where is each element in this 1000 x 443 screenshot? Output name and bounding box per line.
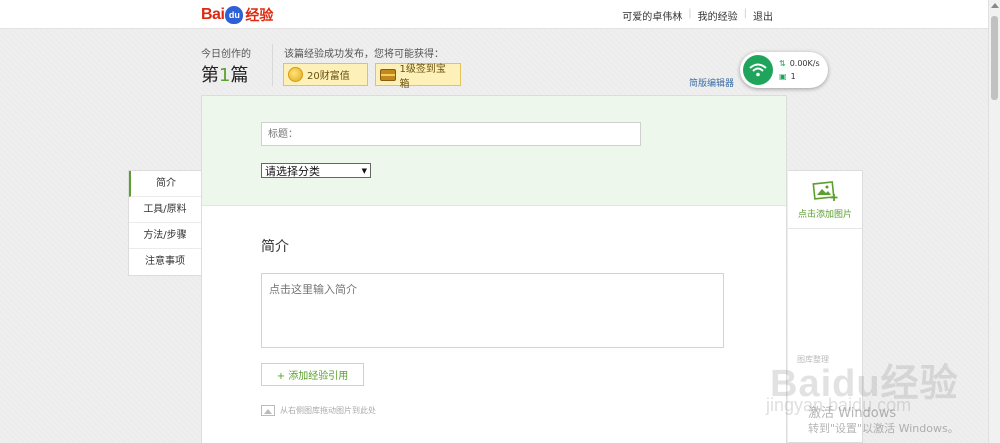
add-image-icon bbox=[812, 180, 838, 201]
windows-activation-hint: 转到"设置"以激活 Windows。 bbox=[808, 422, 959, 435]
count-number: 1 bbox=[219, 65, 231, 86]
wealth-label: 20财富值 bbox=[307, 71, 350, 82]
today-count: 第1篇 bbox=[201, 61, 248, 87]
today-label: 今日创作的 bbox=[201, 49, 251, 60]
add-image-button[interactable]: 点击添加图片 bbox=[788, 171, 862, 229]
scroll-up-icon[interactable] bbox=[991, 3, 999, 8]
top-links: 可爱的卓伟林 | 我的经验 | 退出 bbox=[622, 8, 773, 23]
publish-tip: 该篇经验成功发布，您将可能获得： bbox=[284, 49, 444, 60]
treasure-label: 1级签到宝箱 bbox=[399, 63, 446, 90]
wealth-reward-badge: 20财富值 bbox=[283, 63, 368, 86]
divider bbox=[272, 44, 273, 86]
nav-item-tools[interactable]: 工具/原料 bbox=[129, 197, 201, 223]
treasure-reward-badge: 1级签到宝箱 bbox=[375, 63, 461, 90]
title-input[interactable] bbox=[261, 122, 641, 146]
nav-item-notes[interactable]: 注意事项 bbox=[129, 249, 201, 275]
network-speed-widget[interactable]: ⇅ 0.00K/s ▣ 1 bbox=[740, 52, 828, 88]
windows-activation-title: 激活 Windows bbox=[808, 406, 897, 421]
my-experience-link[interactable]: 我的经验 bbox=[698, 8, 738, 23]
category-value: 请选择分类 bbox=[265, 164, 320, 178]
add-image-label: 点击添加图片 bbox=[797, 209, 852, 220]
drag-hint-text: 从右侧图库拖动图片到此处 bbox=[280, 406, 376, 415]
logo-paw: du bbox=[225, 6, 244, 24]
top-bar: Bai du 经验 可爱的卓伟林 | 我的经验 | 退出 bbox=[0, 0, 988, 29]
network-stats: ⇅ 0.00K/s ▣ 1 bbox=[779, 57, 820, 83]
coin-icon bbox=[288, 67, 303, 82]
user-link[interactable]: 可爱的卓伟林 bbox=[622, 8, 682, 23]
logout-link[interactable]: 退出 bbox=[753, 8, 773, 23]
category-select[interactable]: 请选择分类 ▼ bbox=[261, 163, 371, 178]
logo-jingyan: 经验 bbox=[245, 7, 274, 23]
add-reference-button[interactable]: + 添加经验引用 bbox=[261, 363, 364, 386]
dropdown-arrow-icon: ▼ bbox=[361, 166, 367, 175]
separator: | bbox=[743, 8, 747, 19]
treasure-chest-icon bbox=[380, 68, 396, 81]
section-nav: 简介 工具/原料 方法/步骤 注意事项 bbox=[128, 170, 201, 276]
separator: | bbox=[688, 8, 692, 19]
count-suffix: 篇 bbox=[230, 65, 249, 86]
connection-count: 1 bbox=[790, 72, 796, 81]
nav-item-steps[interactable]: 方法/步骤 bbox=[129, 223, 201, 249]
count-prefix: 第 bbox=[201, 65, 219, 86]
network-speed: 0.00K/s bbox=[789, 59, 820, 68]
section-title: 简介 bbox=[261, 239, 289, 255]
title-area: 请选择分类 ▼ bbox=[202, 96, 786, 206]
page-scrollbar[interactable] bbox=[988, 0, 1000, 443]
baidu-jingyan-logo[interactable]: Bai du 经验 bbox=[201, 5, 273, 25]
transfer-arrows-icon: ⇅ bbox=[779, 59, 786, 68]
image-icon bbox=[261, 405, 275, 416]
logo-bai: Bai bbox=[201, 6, 225, 23]
intro-textarea[interactable] bbox=[261, 273, 724, 348]
drag-image-hint: 从右侧图库拖动图片到此处 bbox=[261, 405, 376, 416]
editor-card: 请选择分类 ▼ 简介 + 添加经验引用 从右侧图库拖动图片到此处 bbox=[201, 95, 787, 443]
simple-editor-link[interactable]: 简版编辑器 bbox=[689, 76, 734, 89]
scrollbar-thumb[interactable] bbox=[991, 16, 998, 100]
lock-icon: ▣ bbox=[779, 72, 787, 81]
nav-item-intro[interactable]: 简介 bbox=[129, 171, 201, 197]
wifi-icon bbox=[743, 55, 773, 85]
